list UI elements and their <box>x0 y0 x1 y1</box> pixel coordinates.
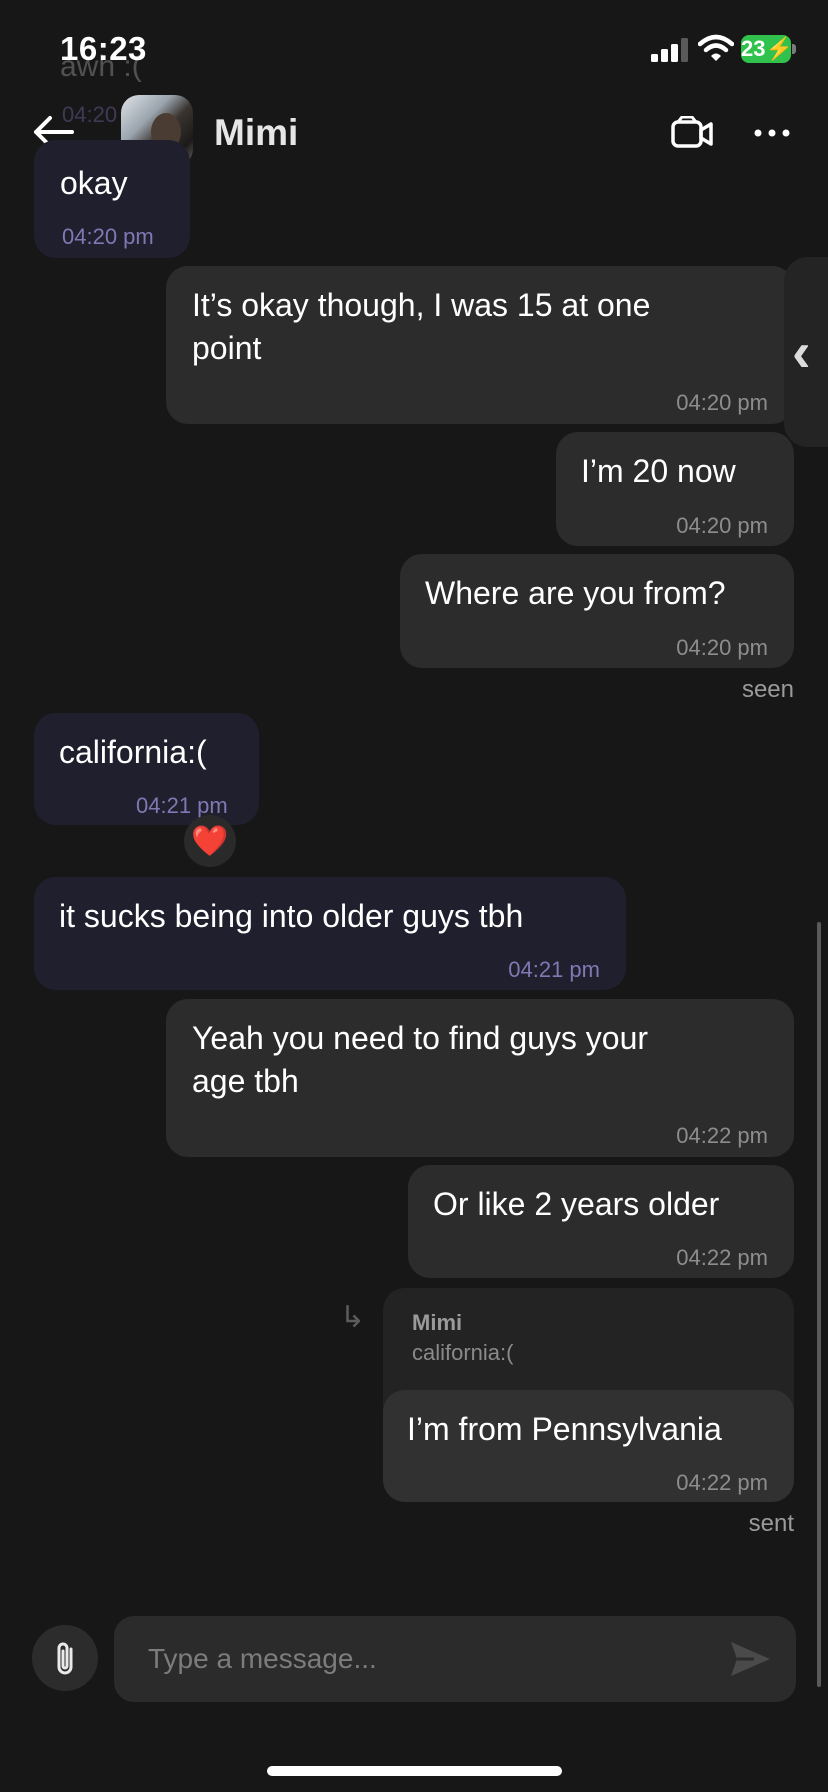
message-bubble-sent[interactable]: I’m from Pennsylvania 04:22 pm <box>383 1390 794 1502</box>
battery-cap <box>792 44 796 54</box>
message-text: california:( <box>59 734 207 770</box>
message-bubble-sent[interactable]: I’m 20 now 04:20 pm <box>556 432 794 546</box>
message-time: 04:20 pm <box>676 635 768 660</box>
send-button[interactable] <box>728 1638 772 1680</box>
message-text: Where are you from? <box>425 575 726 611</box>
message-time: 04:21 pm <box>508 957 600 982</box>
message-time: 04:22 pm <box>676 1123 768 1148</box>
message-bubble-received[interactable]: california:( 04:21 pm <box>34 713 259 825</box>
message-text-line: age tbh <box>192 1063 299 1099</box>
paperclip-icon <box>57 1642 73 1675</box>
message-text: I’m from Pennsylvania <box>407 1411 722 1447</box>
wifi-icon <box>698 34 734 61</box>
message-input[interactable] <box>114 1616 796 1702</box>
message-text-line: Yeah you need to find guys your <box>192 1020 649 1056</box>
message-text: okay <box>60 165 128 201</box>
message-bubble-received[interactable]: okay 04:20 pm <box>34 140 190 258</box>
video-camera-icon <box>671 116 713 148</box>
quoted-sender-name: Mimi <box>412 1310 463 1335</box>
message-text: I’m 20 now <box>581 453 736 489</box>
attach-button[interactable] <box>32 1625 98 1691</box>
battery-level: 23 <box>741 36 766 61</box>
message-time: 04:20 pm <box>62 224 154 249</box>
cellular-signal-icon <box>651 38 688 62</box>
reply-arrow-icon: ↳ <box>340 1301 366 1334</box>
message-bubble-sent[interactable]: Or like 2 years older 04:22 pm <box>408 1165 794 1278</box>
seen-status: seen <box>741 676 794 703</box>
video-call-button[interactable] <box>670 116 714 150</box>
sent-status: sent <box>748 1510 794 1537</box>
side-panel-tab[interactable]: ‹ <box>784 257 828 447</box>
message-text: it sucks being into older guys tbh <box>59 898 524 934</box>
contact-name[interactable]: Mimi <box>214 112 298 154</box>
message-text-line: point <box>192 330 262 366</box>
message-time: 04:20 pm <box>676 513 768 538</box>
message-time: 04:20 pm <box>676 390 768 415</box>
battery-indicator: 23⚡ <box>741 35 793 63</box>
charging-bolt-icon: ⚡ <box>765 36 793 61</box>
chevron-left-icon: ‹ <box>792 320 811 383</box>
quoted-message-text: california:( <box>412 1340 514 1365</box>
message-bubble-sent[interactable]: Yeah you need to find guys your age tbh … <box>166 999 794 1157</box>
send-icon <box>731 1642 770 1676</box>
message-bubble-received[interactable]: it sucks being into older guys tbh 04:21… <box>34 877 626 990</box>
message-text-line: It’s okay though, I was 15 at one <box>192 287 651 323</box>
scrollbar[interactable] <box>817 922 821 1687</box>
message-time: 04:22 pm <box>676 1470 768 1495</box>
scrolled-message-text: awh :( <box>60 50 142 83</box>
home-indicator <box>267 1766 562 1776</box>
heart-reaction[interactable]: ❤️ <box>184 815 236 867</box>
message-text: Or like 2 years older <box>433 1186 720 1222</box>
message-bubble-sent[interactable]: It’s okay though, I was 15 at one point … <box>166 266 794 424</box>
more-horizontal-icon <box>754 129 790 137</box>
more-options-button[interactable] <box>752 118 792 148</box>
message-bubble-sent[interactable]: Where are you from? 04:20 pm <box>400 554 794 668</box>
message-time: 04:22 pm <box>676 1245 768 1270</box>
